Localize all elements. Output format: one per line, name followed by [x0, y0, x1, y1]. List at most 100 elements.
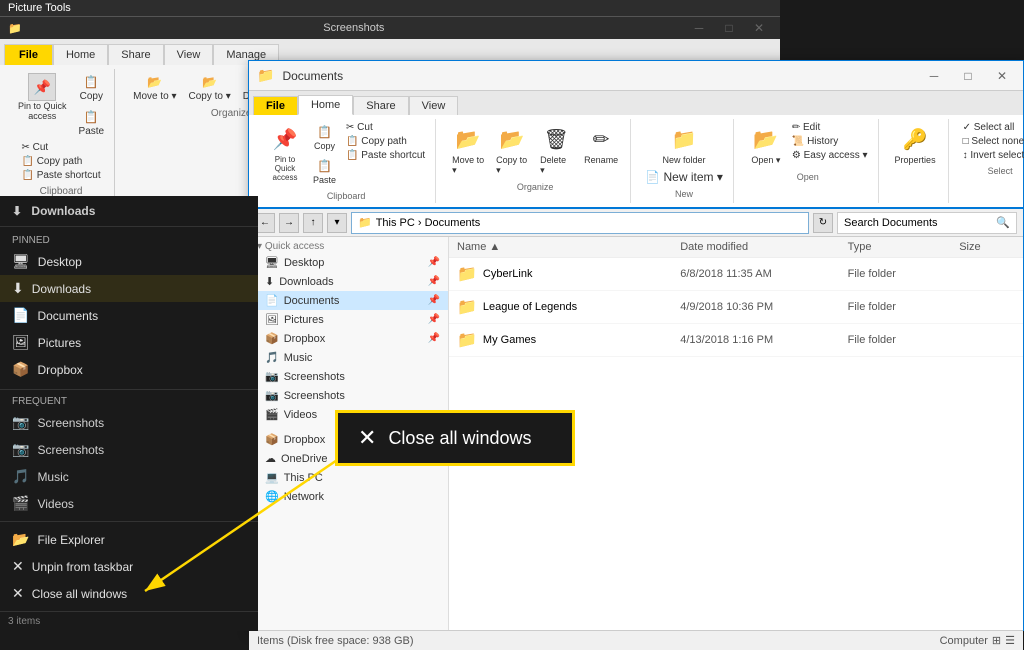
fg-invert-btn[interactable]: ↕ Invert selection	[961, 149, 1024, 162]
fg-tab-share[interactable]: Share	[353, 96, 408, 115]
bg-minimize-btn[interactable]: ─	[686, 15, 712, 41]
fg-nav-desktop[interactable]: 🖥 Desktop 📌	[249, 253, 448, 272]
bg-maximize-btn[interactable]: □	[716, 15, 742, 41]
fg-view-toggle1[interactable]: ⊞	[992, 634, 1001, 647]
fg-history-btn[interactable]: 📜 History	[790, 135, 870, 148]
ctx-menu-header: ⬇ Downloads	[0, 196, 258, 227]
ctx-pinned-section: Pinned 🖥 Desktop ⬇ Downloads 📄 Documents…	[0, 227, 258, 390]
ctx-item-dropbox[interactable]: 📦 Dropbox	[0, 356, 258, 383]
fg-moveto-btn[interactable]: 📂 Move to ▾	[448, 121, 488, 178]
fg-address-path[interactable]: 📁 This PC › Documents	[351, 212, 809, 234]
fg-col-size[interactable]: Size	[959, 241, 1015, 253]
fg-music-icon: 🎵	[265, 351, 279, 364]
ctx-close-all-btn[interactable]: ✕ Close all windows	[0, 580, 258, 607]
fg-rename-btn[interactable]: ✏ Rename	[580, 121, 622, 178]
fg-nav-thispc[interactable]: 💻 This PC	[249, 468, 448, 487]
bg-copypath-btn[interactable]: 📋 Copy path	[19, 155, 102, 168]
fg-easyaccess-btn[interactable]: ⚙ Easy access ▾	[790, 149, 870, 162]
ctx-item-videos[interactable]: 🎬 Videos	[0, 490, 258, 517]
fg-tab-file[interactable]: File	[253, 96, 298, 115]
fg-tab-view[interactable]: View	[409, 96, 459, 115]
bg-window-icon: 📁	[8, 22, 22, 35]
fg-nav-screenshots2[interactable]: 📷 Screenshots	[249, 386, 448, 405]
bg-tab-share[interactable]: Share	[108, 44, 163, 65]
fg-nav-dropbox[interactable]: 📦 Dropbox 📌	[249, 329, 448, 348]
bg-close-btn[interactable]: ✕	[746, 15, 772, 41]
fg-delete-btn[interactable]: 🗑 Delete ▾	[536, 121, 576, 178]
fg-nav-documents[interactable]: 📄 Documents 📌	[249, 291, 448, 310]
fg-col-date[interactable]: Date modified	[680, 241, 847, 253]
ctx-item-downloads[interactable]: ⬇ Downloads	[0, 275, 258, 302]
fg-copyto-btn[interactable]: 📂 Copy to ▾	[492, 121, 532, 178]
table-row[interactable]: 📁 My Games 4/13/2018 1:16 PM File folder	[449, 324, 1023, 357]
bg-copy-btn[interactable]: 📋 Copy	[75, 71, 109, 104]
bg-tab-home[interactable]: Home	[53, 44, 108, 65]
ctx-music-label: Music	[37, 470, 68, 484]
ctx-item-music[interactable]: 🎵 Music	[0, 463, 258, 490]
bg-moveto-btn[interactable]: 📂 Move to ▾	[129, 71, 180, 104]
fg-search-box[interactable]: Search Documents 🔍	[837, 212, 1017, 234]
ctx-item-documents[interactable]: 📄 Documents	[0, 302, 258, 329]
fg-tab-home[interactable]: Home	[298, 95, 353, 115]
fg-paste-btn[interactable]: 📋 Paste	[309, 155, 340, 187]
fg-pictures-icon: 🖼	[265, 313, 279, 326]
bg-organize-label: Organize	[211, 108, 252, 119]
fg-pin-btn[interactable]: 📌 Pin to Quickaccess	[265, 121, 305, 187]
bg-pin-btn[interactable]: 📌 Pin to Quickaccess	[14, 71, 71, 139]
bg-paste-btn[interactable]: 📋 Paste	[75, 106, 109, 139]
fg-recent-btn[interactable]: ▾	[327, 213, 347, 233]
fg-search-icon: 🔍	[996, 216, 1010, 229]
fg-address-bar: ← → ↑ ▾ 📁 This PC › Documents ↻ Search D…	[249, 209, 1023, 237]
fg-up-btn[interactable]: ↑	[303, 213, 323, 233]
fg-properties-btn[interactable]: 🔑 Properties	[891, 121, 940, 167]
fg-close-btn[interactable]: ✕	[989, 63, 1015, 89]
fg-selectall-btn[interactable]: ✓ Select all	[961, 121, 1024, 134]
fg-nav-downloads[interactable]: ⬇ Downloads 📌	[249, 272, 448, 291]
fg-nav-pictures[interactable]: 🖼 Pictures 📌	[249, 310, 448, 329]
fg-minimize-btn[interactable]: ─	[921, 63, 947, 89]
fg-maximize-btn[interactable]: □	[955, 63, 981, 89]
table-row[interactable]: 📁 CyberLink 6/8/2018 11:35 AM File folde…	[449, 258, 1023, 291]
ctx-item-screenshots1[interactable]: 📷 Screenshots	[0, 409, 258, 436]
fg-ribbon-content: 📌 Pin to Quickaccess 📋 Copy 📋 Paste ✂ Cu…	[249, 115, 1023, 209]
table-row[interactable]: 📁 League of Legends 4/9/2018 10:36 PM Fi…	[449, 291, 1023, 324]
fg-nav-music[interactable]: 🎵 Music	[249, 348, 448, 367]
fg-back-btn[interactable]: ←	[255, 213, 275, 233]
ctx-item-screenshots2[interactable]: 📷 Screenshots	[0, 436, 258, 463]
fg-col-type[interactable]: Type	[848, 241, 960, 253]
fg-view-toggle2[interactable]: ☰	[1005, 634, 1015, 647]
fg-open-btn[interactable]: 📂 Open ▾	[746, 121, 786, 168]
ctx-close-all-label: Close all windows	[32, 587, 127, 601]
bg-pasteshortcut-btn[interactable]: 📋 Paste shortcut	[19, 169, 102, 182]
fg-clipboard-small: ✂ Cut 📋 Copy path 📋 Paste shortcut	[344, 121, 427, 187]
ctx-unpin-btn[interactable]: ✕ Unpin from taskbar	[0, 553, 258, 580]
fg-copy-btn[interactable]: 📋 Copy	[309, 121, 340, 153]
fg-copyto-icon: 📂	[496, 123, 528, 155]
close-all-label: Close all windows	[388, 428, 531, 449]
ctx-item-pictures[interactable]: 🖼 Pictures	[0, 329, 258, 356]
fg-pasteshortcut-btn[interactable]: 📋 Paste shortcut	[344, 149, 427, 162]
fg-delete-label: Delete ▾	[540, 155, 572, 176]
fg-fwd-btn[interactable]: →	[279, 213, 299, 233]
fg-newfolder-btn[interactable]: 📁 New folder	[643, 121, 725, 167]
fg-newitem-btn[interactable]: 📄 New item ▾	[643, 169, 725, 185]
fg-network-icon: 🌐	[265, 490, 279, 503]
ctx-file-explorer-btn[interactable]: 📂 File Explorer	[0, 526, 258, 553]
taskbar-context-menu: ⬇ Downloads Pinned 🖥 Desktop ⬇ Downloads…	[0, 196, 258, 631]
ctx-screenshots1-icon: 📷	[12, 414, 29, 431]
ctx-item-desktop[interactable]: 🖥 Desktop	[0, 248, 258, 275]
bg-cut-btn[interactable]: ✂ Cut	[19, 141, 102, 154]
bg-copyto-btn[interactable]: 📂 Copy to ▾	[184, 71, 234, 104]
fg-nav-screenshots1[interactable]: 📷 Screenshots	[249, 367, 448, 386]
fg-copypath-btn[interactable]: 📋 Copy path	[344, 135, 427, 148]
fg-selectnone-btn[interactable]: □ Select none	[961, 135, 1024, 148]
bg-tab-view[interactable]: View	[164, 44, 214, 65]
bg-copy-label: Copy	[80, 91, 103, 102]
close-all-windows-popup[interactable]: ✕ Close all windows	[335, 410, 575, 466]
fg-col-name[interactable]: Name ▲	[457, 241, 680, 253]
fg-nav-network[interactable]: 🌐 Network	[249, 487, 448, 506]
bg-tab-file[interactable]: File	[4, 44, 53, 65]
fg-cut-btn[interactable]: ✂ Cut	[344, 121, 427, 134]
fg-edit-btn[interactable]: ✏ Edit	[790, 121, 870, 134]
fg-refresh-btn[interactable]: ↻	[813, 213, 833, 233]
